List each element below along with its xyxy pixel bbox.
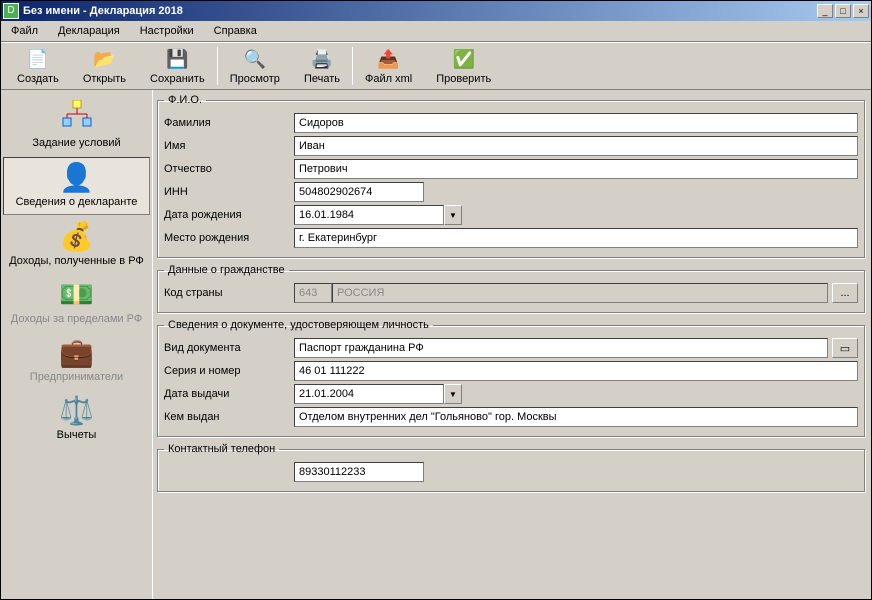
menu-settings[interactable]: Настройки xyxy=(134,23,200,39)
calculator-icon: ⚖️ xyxy=(5,397,148,425)
person-icon: 👤 xyxy=(6,164,147,192)
printer-icon: 🖨️ xyxy=(310,47,334,71)
dob-combo[interactable]: ▼ xyxy=(294,205,462,225)
save-icon: 💾 xyxy=(165,47,189,71)
dropdown-icon[interactable]: ▼ xyxy=(444,384,462,404)
issue-date-input[interactable] xyxy=(294,384,444,404)
citizenship-group: Данные о гражданстве Код страны ... xyxy=(157,264,865,313)
diagram-icon xyxy=(5,100,148,133)
issue-date-combo[interactable]: ▼ xyxy=(294,384,462,404)
country-name-input xyxy=(332,283,828,303)
series-label: Серия и номер xyxy=(164,365,294,377)
maximize-button[interactable]: □ xyxy=(835,4,851,18)
dropdown-icon[interactable]: ▼ xyxy=(444,205,462,225)
birthplace-label: Место рождения xyxy=(164,232,294,244)
phone-input[interactable] xyxy=(294,462,424,482)
country-code-label: Код страны xyxy=(164,287,294,299)
inn-input[interactable] xyxy=(294,182,424,202)
content-area: Задание условий 👤 Сведения о декларанте … xyxy=(1,90,871,599)
close-button[interactable]: × xyxy=(853,4,869,18)
patronymic-input[interactable] xyxy=(294,159,858,179)
print-button[interactable]: 🖨️ Печать xyxy=(292,45,352,87)
menu-declaration[interactable]: Декларация xyxy=(52,23,126,39)
coins-icon: 💰 xyxy=(5,223,148,251)
menu-help[interactable]: Справка xyxy=(208,23,263,39)
patronymic-label: Отчество xyxy=(164,163,294,175)
birthplace-input[interactable] xyxy=(294,228,858,248)
issue-date-label: Дата выдачи xyxy=(164,388,294,400)
name-label: Имя xyxy=(164,140,294,152)
country-code-input xyxy=(294,283,332,303)
folder-open-icon: 📂 xyxy=(92,47,116,71)
sidebar-item-income-rf[interactable]: 💰 Доходы, полученные в РФ xyxy=(3,217,150,273)
issued-by-label: Кем выдан xyxy=(164,411,294,423)
citizenship-legend: Данные о гражданстве xyxy=(164,264,289,276)
toolbar: 📄 Создать 📂 Открыть 💾 Сохранить 🔍 Просмо… xyxy=(1,42,871,90)
browse-doctype-button[interactable]: ▭ xyxy=(832,338,858,358)
magnifier-icon: 🔍 xyxy=(243,47,267,71)
name-input[interactable] xyxy=(294,136,858,156)
browse-country-button[interactable]: ... xyxy=(832,283,858,303)
check-button[interactable]: ✅ Проверить xyxy=(424,45,503,87)
app-icon: D xyxy=(3,3,19,19)
preview-button[interactable]: 🔍 Просмотр xyxy=(218,45,292,87)
surname-label: Фамилия xyxy=(164,117,294,129)
dob-input[interactable] xyxy=(294,205,444,225)
export-icon: 📤 xyxy=(377,47,401,71)
doctype-input[interactable] xyxy=(294,338,828,358)
fio-group: Ф.И.О. Фамилия Имя Отчество ИНН xyxy=(157,94,865,258)
sidebar-item-conditions[interactable]: Задание условий xyxy=(3,94,150,155)
iddoc-legend: Сведения о документе, удостоверяющем лич… xyxy=(164,319,433,331)
issued-by-input[interactable] xyxy=(294,407,858,427)
main-window: D Без имени - Декларация 2018 _ □ × Файл… xyxy=(0,0,872,600)
fio-legend: Ф.И.О. xyxy=(164,94,206,106)
contact-legend: Контактный телефон xyxy=(164,443,279,455)
inn-label: ИНН xyxy=(164,186,294,198)
new-file-icon: 📄 xyxy=(26,47,50,71)
dob-label: Дата рождения xyxy=(164,209,294,221)
menu-file[interactable]: Файл xyxy=(5,23,44,39)
sidebar: Задание условий 👤 Сведения о декларанте … xyxy=(1,90,153,599)
save-button[interactable]: 💾 Сохранить xyxy=(138,45,217,87)
doctype-label: Вид документа xyxy=(164,342,294,354)
minimize-button[interactable]: _ xyxy=(817,4,833,18)
iddoc-group: Сведения о документе, удостоверяющем лич… xyxy=(157,319,865,437)
title-bar: D Без имени - Декларация 2018 _ □ × xyxy=(1,1,871,21)
sidebar-item-declarant[interactable]: 👤 Сведения о декларанте xyxy=(3,157,150,215)
sidebar-item-income-abroad: 💵 Доходы за пределами РФ xyxy=(3,275,150,331)
create-button[interactable]: 📄 Создать xyxy=(5,45,71,87)
filexml-button[interactable]: 📤 Файл xml xyxy=(353,45,424,87)
sidebar-item-entrepreneurs: 💼 Предприниматели xyxy=(3,333,150,389)
series-input[interactable] xyxy=(294,361,858,381)
surname-input[interactable] xyxy=(294,113,858,133)
window-title: Без имени - Декларация 2018 xyxy=(23,5,815,17)
sidebar-item-deductions[interactable]: ⚖️ Вычеты xyxy=(3,391,150,447)
open-button[interactable]: 📂 Открыть xyxy=(71,45,138,87)
money-bag-icon: 💵 xyxy=(5,281,148,309)
main-panel: Ф.И.О. Фамилия Имя Отчество ИНН xyxy=(153,90,871,599)
menu-bar: Файл Декларация Настройки Справка xyxy=(1,21,871,42)
briefcase-icon: 💼 xyxy=(5,339,148,367)
contact-group: Контактный телефон xyxy=(157,443,865,492)
check-icon: ✅ xyxy=(452,47,476,71)
